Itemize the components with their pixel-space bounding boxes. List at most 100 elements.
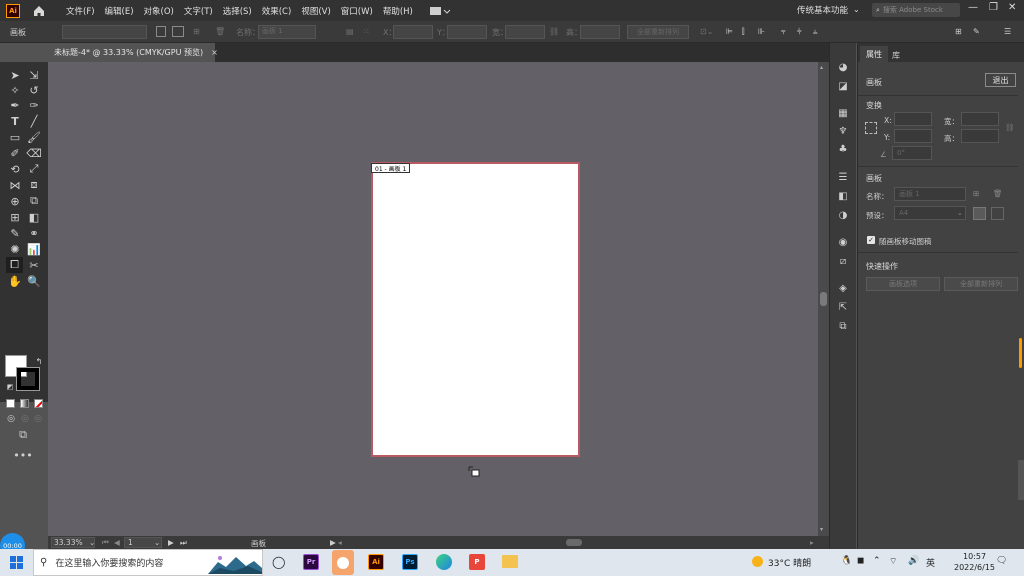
last-page-icon[interactable]: ⏭ bbox=[180, 538, 187, 548]
edge-browser-icon[interactable] bbox=[436, 554, 452, 570]
align-center-h-icon[interactable]: ⫿ bbox=[742, 27, 745, 37]
align-center-v-icon[interactable]: ⫩ bbox=[797, 27, 802, 37]
rectangle-tool-icon[interactable]: ▭ bbox=[8, 130, 22, 144]
free-transform-tool-icon[interactable]: ⧈ bbox=[27, 178, 41, 192]
swap-fill-stroke-icon[interactable]: ↰ bbox=[32, 354, 46, 368]
arrange-documents-icon[interactable] bbox=[429, 5, 451, 17]
hamburger-menu-icon[interactable]: ☰ bbox=[1004, 27, 1011, 36]
paintbrush-tool-icon[interactable]: 🖌 bbox=[27, 130, 41, 144]
tab-libraries[interactable]: 库 bbox=[892, 50, 900, 61]
gradient-panel-icon[interactable]: ◧ bbox=[837, 190, 849, 202]
illustrator-taskbar-icon[interactable]: Ai bbox=[368, 554, 384, 570]
color-mode-icon[interactable] bbox=[6, 399, 15, 408]
page-field[interactable]: 1 ⌄ bbox=[124, 537, 162, 548]
align-bottom-icon[interactable]: ⫨ bbox=[813, 27, 818, 37]
align-to-icon[interactable]: ⊡⌄ bbox=[700, 27, 713, 36]
close-tab-icon[interactable]: × bbox=[211, 48, 218, 57]
eraser-tool-icon[interactable]: ⌫ bbox=[26, 146, 42, 160]
menu-view[interactable]: 视图(V) bbox=[301, 5, 330, 17]
none-mode-icon[interactable] bbox=[34, 399, 43, 408]
home-icon[interactable] bbox=[32, 4, 46, 18]
minimize-icon[interactable]: — bbox=[968, 2, 978, 13]
restore-icon[interactable]: ❐ bbox=[989, 2, 998, 13]
clock[interactable]: 10:57 2022/6/15 bbox=[954, 551, 995, 573]
rearrange-all-button[interactable]: 全部重新排列 bbox=[627, 25, 689, 39]
edit-toolbar-icon[interactable]: ✎ bbox=[973, 27, 980, 36]
perspective-grid-tool-icon[interactable]: ⧉ bbox=[27, 194, 41, 208]
edit-toolbar-dots-icon[interactable]: ••• bbox=[13, 448, 32, 462]
link-icon[interactable]: ⛓ bbox=[549, 27, 559, 36]
network-icon[interactable]: ⌔ bbox=[889, 556, 897, 567]
scale-tool-icon[interactable]: ⤢ bbox=[27, 162, 41, 176]
transform-w-field[interactable] bbox=[961, 112, 999, 126]
artboard-options-icon[interactable]: ▤ bbox=[346, 27, 354, 36]
graph-tool-icon[interactable]: 📊 bbox=[27, 242, 41, 256]
notifications-icon[interactable]: 🗨 bbox=[996, 556, 1007, 566]
move-with-artboard-checkbox[interactable]: ✓ bbox=[867, 236, 875, 244]
first-page-icon[interactable]: ⏮ bbox=[102, 538, 109, 548]
transform-h-field[interactable] bbox=[961, 129, 999, 143]
draw-normal-icon[interactable]: ◎ bbox=[4, 412, 18, 426]
tab-properties[interactable]: 属性 bbox=[860, 46, 888, 62]
photoshop-taskbar-icon[interactable]: Ps bbox=[402, 554, 418, 570]
panel-scrollbar[interactable] bbox=[1018, 62, 1024, 549]
reference-point-icon[interactable] bbox=[865, 122, 877, 134]
zoom-field[interactable]: 33.33% ⌄ bbox=[51, 537, 95, 548]
artboard-label[interactable]: 01 - 画板 1 bbox=[371, 163, 411, 173]
volume-icon[interactable]: 🔊 bbox=[908, 556, 919, 566]
pen-tool-icon[interactable]: ✒ bbox=[8, 98, 22, 112]
control-h-field[interactable] bbox=[580, 25, 620, 39]
draw-inside-icon[interactable]: ◎ bbox=[31, 412, 45, 426]
menu-window[interactable]: 窗口(W) bbox=[341, 5, 373, 17]
export-icon[interactable]: ⇱ bbox=[837, 301, 849, 313]
file-explorer-icon[interactable] bbox=[502, 555, 518, 568]
rearrange-all-button[interactable]: 全部重新排列 bbox=[944, 277, 1018, 291]
panel-resize-grip[interactable] bbox=[1018, 460, 1024, 500]
delete-artboard-icon[interactable]: 🗑 bbox=[215, 27, 225, 36]
control-x-field[interactable] bbox=[393, 25, 433, 39]
tray-app-icon[interactable]: ◼ bbox=[857, 556, 864, 566]
shaper-tool-icon[interactable]: ✐ bbox=[8, 146, 22, 160]
lasso-tool-icon[interactable]: ↺ bbox=[27, 83, 41, 97]
transparency-panel-icon[interactable]: ◑ bbox=[837, 209, 849, 221]
menu-object[interactable]: 对象(O) bbox=[144, 5, 174, 17]
show-hidden-icons[interactable]: ⌃ bbox=[873, 556, 881, 566]
windows-start-icon[interactable] bbox=[10, 556, 23, 569]
landscape-icon[interactable] bbox=[172, 26, 184, 37]
scroll-right-icon[interactable]: ▸ bbox=[810, 538, 814, 547]
reference-point-icon[interactable]: ⁙ bbox=[363, 27, 370, 36]
delete-artboard-icon[interactable]: 🗑 bbox=[993, 189, 1003, 198]
artboard[interactable] bbox=[371, 162, 580, 457]
mesh-tool-icon[interactable]: ⊞ bbox=[8, 210, 22, 224]
recorder-taskbar-icon[interactable] bbox=[332, 550, 354, 575]
vertical-scrollbar[interactable]: ▴ ▾ bbox=[818, 62, 829, 536]
curvature-tool-icon[interactable]: ✑ bbox=[27, 98, 41, 112]
magic-wand-tool-icon[interactable]: ✧ bbox=[8, 83, 22, 97]
transform-x-field[interactable] bbox=[894, 112, 932, 126]
hand-tool-icon[interactable]: ✋ bbox=[8, 274, 22, 288]
transform-y-field[interactable] bbox=[894, 129, 932, 143]
stroke-panel-icon[interactable]: ☰ bbox=[837, 171, 849, 183]
menu-effect[interactable]: 效果(C) bbox=[262, 5, 292, 17]
prev-page-icon[interactable]: ◀ bbox=[114, 538, 120, 547]
qq-tray-icon[interactable]: 🐧 bbox=[841, 556, 852, 566]
artboards-panel-icon[interactable]: ⧉ bbox=[837, 320, 849, 332]
width-tool-icon[interactable]: ⋈ bbox=[8, 178, 22, 192]
preset-select[interactable]: A4 ⌄ bbox=[894, 206, 966, 220]
artboard-name-field[interactable]: 画板 1 bbox=[894, 187, 966, 201]
menu-edit[interactable]: 编辑(E) bbox=[105, 5, 134, 17]
constrain-link-icon[interactable]: ⛓ bbox=[1005, 123, 1015, 132]
brushes-panel-icon[interactable]: ♆ bbox=[837, 125, 849, 137]
symbols-panel-icon[interactable]: ♣ bbox=[837, 143, 849, 155]
stock-search-input[interactable]: ⌕ 搜索 Adobe Stock bbox=[872, 3, 960, 17]
chevron-down-icon[interactable]: ⌄ bbox=[853, 5, 860, 14]
next-page-icon[interactable]: ▶ bbox=[168, 538, 174, 547]
direct-selection-tool-icon[interactable]: ⇲ bbox=[27, 68, 41, 82]
gradient-mode-icon[interactable] bbox=[20, 399, 29, 408]
swatches-panel-icon[interactable]: ▦ bbox=[837, 107, 849, 119]
artboard-tool-icon[interactable]: ⧠ bbox=[6, 257, 23, 273]
panel-menu-icon[interactable]: ⊞ bbox=[955, 27, 962, 36]
exit-button[interactable]: 退出 bbox=[985, 73, 1016, 87]
panel-scroll-thumb[interactable] bbox=[1019, 338, 1022, 368]
stroke-swatch[interactable] bbox=[16, 367, 40, 391]
